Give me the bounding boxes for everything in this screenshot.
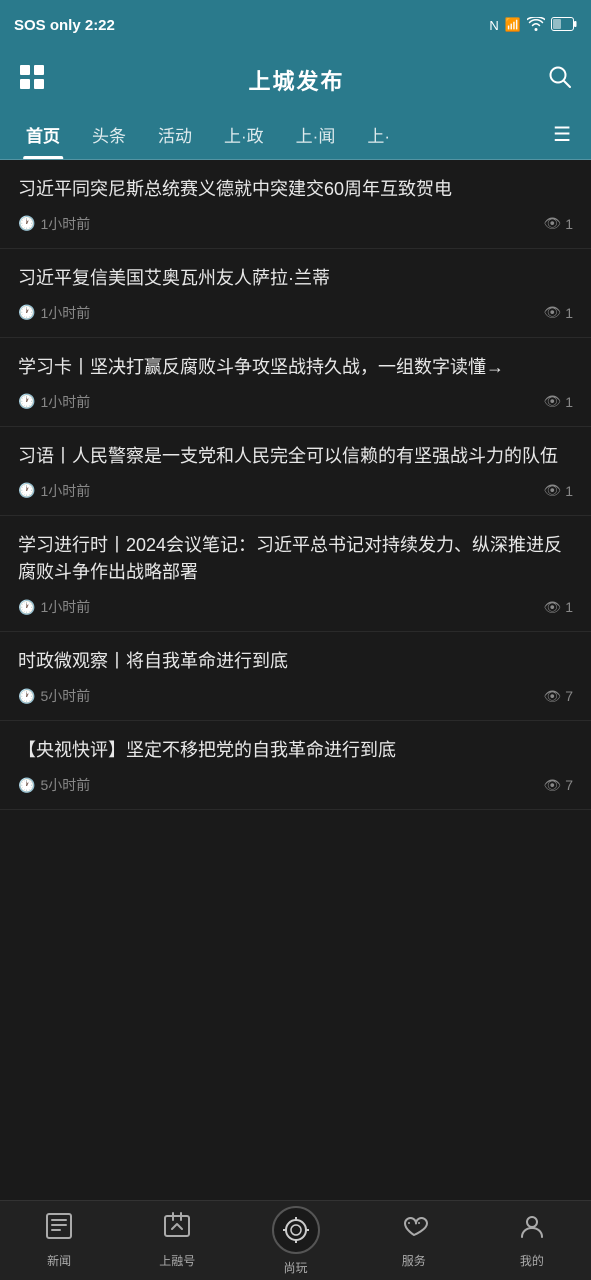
nav-item-news[interactable]: 新闻 [0,1212,118,1269]
news-title: 习近平复信美国艾奥瓦州友人萨拉·兰蒂 [18,265,573,293]
eye-icon: 👁 [543,482,561,499]
nav-label-profile: 我的 [520,1252,544,1269]
app-title: 上城发布 [248,64,344,96]
nav-label-upload: 上融号 [159,1252,195,1269]
news-meta: 🕐 1小时前 👁 1 [18,303,573,337]
tab-home[interactable]: 首页 [10,110,76,159]
news-title: 习近平同突尼斯总统赛义德就中突建交60周年互致贺电 [18,176,573,204]
app-header: 上城发布 [0,50,591,110]
news-title: 习语丨人民警察是一支党和人民完全可以信赖的有坚强战斗力的队伍 [18,443,573,471]
news-time: 🕐 1小时前 [18,481,90,501]
status-icons: N 📶 [489,17,577,34]
time-text: 5小时前 [40,775,90,795]
search-icon[interactable] [547,64,573,97]
status-bar: SOS only 2:22 N 📶 [0,0,591,50]
clock-icon: 🕐 [18,393,35,410]
tab-politics[interactable]: 上·政 [208,110,280,159]
news-item[interactable]: 习近平复信美国艾奥瓦州友人萨拉·兰蒂 🕐 1小时前 👁 1 [0,249,591,338]
eye-icon: 👁 [543,393,561,410]
tab-activity[interactable]: 活动 [142,110,208,159]
nav-menu-icon[interactable]: ☰ [543,122,581,147]
bottom-nav: 新闻 上融号 尚玩 [0,1200,591,1280]
news-item[interactable]: 【央视快评】坚定不移把党的自我革命进行到底 🕐 5小时前 👁 7 [0,721,591,810]
news-views: 👁 1 [543,304,573,321]
news-views: 👁 7 [543,777,573,794]
news-views: 👁 1 [543,393,573,410]
wifi-icon [527,17,545,34]
views-count: 7 [565,777,573,793]
news-views: 👁 1 [543,599,573,616]
nav-label-news: 新闻 [47,1252,71,1269]
clock-icon: 🕐 [18,688,35,705]
status-signal: SOS only 2:22 [14,17,115,34]
news-time: 🕐 5小时前 [18,775,90,795]
time-text: 1小时前 [40,597,90,617]
news-views: 👁 1 [543,482,573,499]
nav-label-service: 服务 [402,1252,426,1269]
news-time: 🕐 5小时前 [18,686,90,706]
signal-icon: 📶 [505,17,521,33]
news-title: 时政微观察丨将自我革命进行到底 [18,648,573,676]
time-text: 1小时前 [40,481,90,501]
news-item[interactable]: 学习卡丨坚决打赢反腐败斗争攻坚战持久战，一组数字读懂→ 🕐 1小时前 👁 1 [0,338,591,427]
nav-item-service[interactable]: 服务 [355,1212,473,1269]
news-item[interactable]: 时政微观察丨将自我革命进行到底 🕐 5小时前 👁 7 [0,632,591,721]
nav-tabs: 首页 头条 活动 上·政 上·闻 上· ☰ [0,110,591,160]
news-item[interactable]: 习语丨人民警察是一支党和人民完全可以信赖的有坚强战斗力的队伍 🕐 1小时前 👁 … [0,427,591,516]
clock-icon: 🕐 [18,599,35,616]
eye-icon: 👁 [543,599,561,616]
eye-icon: 👁 [543,304,561,321]
news-time: 🕐 1小时前 [18,392,90,412]
news-item[interactable]: 习近平同突尼斯总统赛义德就中突建交60周年互致贺电 🕐 1小时前 👁 1 [0,160,591,249]
nav-label-camera: 尚玩 [283,1259,307,1276]
clock-icon: 🕐 [18,777,35,794]
news-views: 👁 1 [543,215,573,232]
views-count: 1 [565,483,573,499]
news-views: 👁 7 [543,688,573,705]
news-icon [45,1212,73,1247]
time-text: 1小时前 [40,303,90,323]
news-meta: 🕐 1小时前 👁 1 [18,481,573,515]
nfc-icon: N [489,18,498,33]
news-meta: 🕐 1小时前 👁 1 [18,597,573,631]
eye-icon: 👁 [543,688,561,705]
upload-icon [163,1212,191,1247]
views-count: 1 [565,305,573,321]
nav-item-upload[interactable]: 上融号 [118,1212,236,1269]
news-time: 🕐 1小时前 [18,597,90,617]
views-count: 1 [565,599,573,615]
camera-icon [272,1206,320,1254]
person-icon [518,1212,546,1247]
eye-icon: 👁 [543,777,561,794]
heart-icon [400,1212,428,1247]
news-meta: 🕐 5小时前 👁 7 [18,775,573,809]
battery-icon [551,17,577,34]
views-count: 7 [565,688,573,704]
news-time: 🕐 1小时前 [18,214,90,234]
tab-headline[interactable]: 头条 [76,110,142,159]
news-list: 习近平同突尼斯总统赛义德就中突建交60周年互致贺电 🕐 1小时前 👁 1 习近平… [0,160,591,810]
grid-icon[interactable] [18,63,46,98]
tab-more-content[interactable]: 上· [351,110,406,159]
news-meta: 🕐 5小时前 👁 7 [18,686,573,720]
clock-icon: 🕐 [18,482,35,499]
nav-item-profile[interactable]: 我的 [473,1212,591,1269]
news-title: 学习进行时丨2024会议笔记：习近平总书记对持续发力、纵深推进反腐败斗争作出战略… [18,532,573,588]
nav-item-camera[interactable]: 尚玩 [236,1206,354,1276]
news-time: 🕐 1小时前 [18,303,90,323]
time-text: 1小时前 [40,214,90,234]
time-text: 5小时前 [40,686,90,706]
news-item[interactable]: 学习进行时丨2024会议笔记：习近平总书记对持续发力、纵深推进反腐败斗争作出战略… [0,516,591,633]
clock-icon: 🕐 [18,304,35,321]
news-meta: 🕐 1小时前 👁 1 [18,392,573,426]
clock-icon: 🕐 [18,215,35,232]
views-count: 1 [565,394,573,410]
tab-news[interactable]: 上·闻 [280,110,352,159]
news-meta: 🕐 1小时前 👁 1 [18,214,573,248]
news-title: 【央视快评】坚定不移把党的自我革命进行到底 [18,737,573,765]
views-count: 1 [565,216,573,232]
time-text: 1小时前 [40,392,90,412]
eye-icon: 👁 [543,215,561,232]
news-title: 学习卡丨坚决打赢反腐败斗争攻坚战持久战，一组数字读懂→ [18,354,573,382]
